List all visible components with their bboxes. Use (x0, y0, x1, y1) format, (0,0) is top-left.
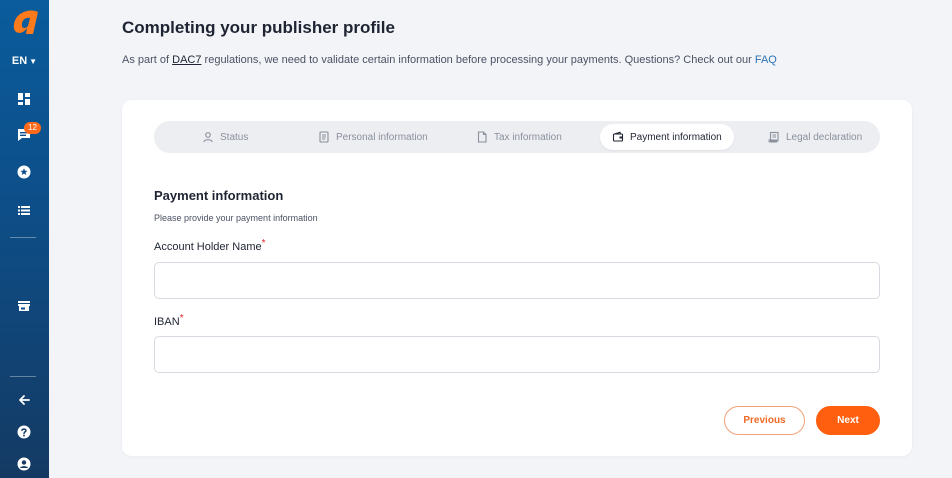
sidebar-divider (10, 237, 36, 238)
step-legal-declaration[interactable]: Legal declaration (756, 124, 874, 150)
dac7-link[interactable]: DAC7 (172, 54, 201, 66)
faq-link[interactable]: FAQ (755, 54, 777, 66)
document-icon (318, 131, 330, 143)
sidebar: EN ▼ 12 (0, 0, 49, 478)
arrow-left-icon[interactable] (15, 391, 33, 409)
iban-input[interactable] (154, 336, 880, 373)
help-icon[interactable] (15, 423, 33, 441)
messages-badge: 12 (24, 122, 41, 134)
step-personal-information[interactable]: Personal information (306, 124, 440, 150)
language-selector[interactable]: EN ▼ (0, 55, 49, 67)
chevron-down-icon: ▼ (29, 57, 38, 66)
language-label: EN (11, 55, 28, 67)
section-subtitle: Please provide your payment information (154, 213, 318, 223)
store-icon[interactable] (15, 297, 33, 315)
iban-label-text: IBAN (154, 316, 180, 328)
required-marker: * (179, 313, 184, 324)
page-title: Completing your publisher profile (122, 18, 395, 37)
intro-text-before: As part of (122, 54, 173, 66)
previous-button[interactable]: Previous (724, 406, 805, 435)
step-label: Personal information (336, 131, 428, 143)
profile-card: Status Personal information Tax informat… (122, 100, 912, 456)
next-button[interactable]: Next (816, 406, 880, 435)
user-icon (202, 131, 214, 143)
account-holder-label: Account Holder Name* (154, 238, 266, 253)
account-holder-name-input[interactable] (154, 262, 880, 299)
brand-logo-icon[interactable] (8, 6, 42, 40)
sidebar-divider (10, 376, 36, 377)
section-title: Payment information (154, 188, 284, 203)
required-marker: * (261, 238, 266, 249)
step-label: Status (220, 131, 249, 143)
step-payment-information[interactable]: Payment information (600, 124, 734, 150)
step-label: Tax information (494, 131, 562, 143)
star-icon[interactable] (15, 163, 33, 181)
scroll-icon (768, 131, 780, 143)
list-icon[interactable] (15, 201, 33, 219)
dashboard-icon[interactable] (15, 90, 33, 108)
step-tax-information[interactable]: Tax information (464, 124, 574, 150)
step-label: Legal declaration (786, 131, 863, 143)
intro-text-after: regulations, we need to validate certain… (201, 54, 755, 66)
file-icon (476, 131, 488, 143)
wallet-icon (612, 131, 624, 143)
progress-stepper: Status Personal information Tax informat… (154, 121, 880, 153)
account-holder-label-text: Account Holder Name (154, 241, 262, 253)
user-icon[interactable] (15, 455, 33, 473)
step-label: Payment information (630, 131, 722, 143)
intro-text: As part of DAC7 regulations, we need to … (122, 54, 777, 66)
iban-label: IBAN* (154, 313, 184, 328)
step-status[interactable]: Status (190, 124, 260, 150)
